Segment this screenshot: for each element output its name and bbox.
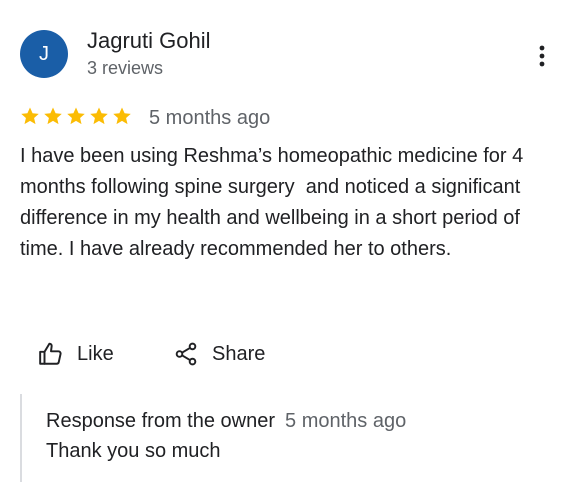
review-header: J Jagruti Gohil 3 reviews <box>20 28 554 80</box>
reviewer-review-count: 3 reviews <box>87 58 164 78</box>
review-actions: Like Share <box>38 337 438 371</box>
star-icon <box>90 107 108 125</box>
review-time: 5 months ago <box>149 107 271 129</box>
owner-response-label: Response from the owner <box>46 410 276 432</box>
share-icon <box>175 342 197 366</box>
like-button[interactable]: Like <box>38 337 114 371</box>
share-label: Share <box>212 343 266 365</box>
star-icon <box>21 107 39 125</box>
rating-row: 5 months ago <box>20 104 554 132</box>
thumbs-up-icon <box>39 342 62 365</box>
star-icon <box>113 107 131 125</box>
star-icon <box>67 107 85 125</box>
owner-response-time: 5 months ago <box>285 410 407 432</box>
review-text: I have been using Reshma’s homeopathic m… <box>20 145 529 260</box>
more-options-button[interactable] <box>530 42 554 70</box>
star-rating <box>20 105 135 129</box>
avatar[interactable]: J <box>20 30 68 78</box>
more-vert-icon <box>539 45 545 67</box>
owner-response-header: Response from the owner 5 months ago <box>46 409 406 433</box>
share-button[interactable]: Share <box>173 337 265 371</box>
owner-response-text: Thank you so much <box>46 440 221 462</box>
reviewer-name[interactable]: Jagruti Gohil <box>87 28 211 54</box>
owner-response: Response from the owner 5 months ago Than… <box>20 394 556 482</box>
like-label: Like <box>77 343 114 365</box>
review-card: J Jagruti Gohil 3 reviews 5 months ago I… <box>0 0 574 499</box>
star-icon <box>44 107 62 125</box>
